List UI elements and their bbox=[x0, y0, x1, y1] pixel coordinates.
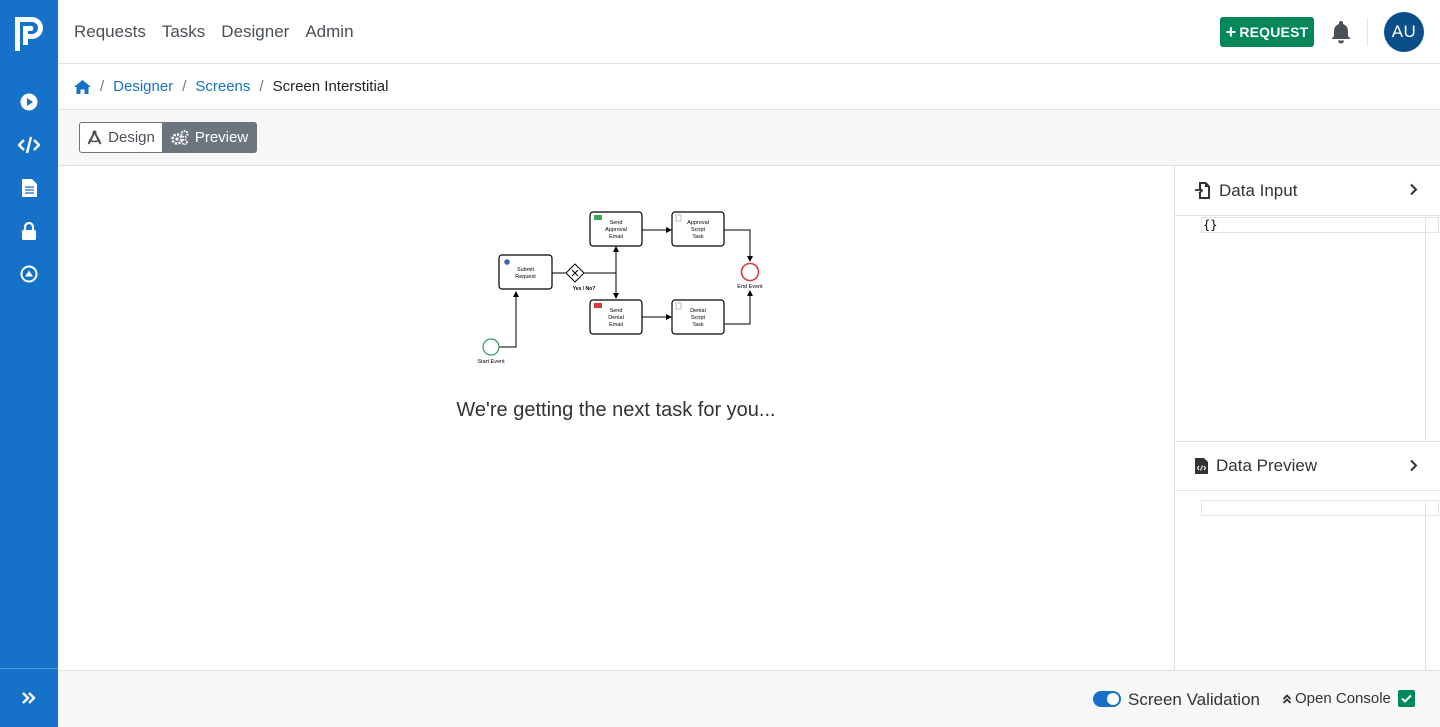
breadcrumb-separator: / bbox=[182, 78, 187, 95]
top-navbar: Requests Tasks Designer Admin + REQUEST … bbox=[58, 0, 1440, 64]
new-request-label: REQUEST bbox=[1239, 24, 1309, 40]
nav-link-designer[interactable]: Designer bbox=[221, 22, 289, 42]
svg-text:SendDenialEmail: Send Denial Email bbox=[608, 308, 624, 328]
footer-bar: Screen Validation Open Console bbox=[58, 670, 1440, 727]
data-input-scrollbar[interactable] bbox=[1425, 233, 1426, 441]
design-mode-label: Design bbox=[108, 129, 155, 146]
approval-script-task: Approval Script Task bbox=[671, 211, 725, 247]
svg-text:SubmitRequest: Submit Request bbox=[515, 267, 536, 280]
data-side-panel: Data Input {} Data Preview bbox=[1174, 166, 1440, 670]
breadcrumb-separator: / bbox=[100, 78, 105, 95]
preview-mode-button[interactable]: Preview bbox=[163, 122, 257, 153]
editor-gutter bbox=[1425, 218, 1426, 232]
mode-toggle-group: Design Preview bbox=[79, 122, 257, 153]
avatar[interactable]: AU bbox=[1384, 12, 1424, 52]
bell-icon[interactable] bbox=[1330, 20, 1352, 44]
editor-gutter bbox=[1425, 501, 1426, 515]
approval-script-line-1: Approval bbox=[687, 220, 709, 226]
send-approval-email-task: Send Approval Email bbox=[589, 211, 643, 247]
nav-link-tasks[interactable]: Tasks bbox=[162, 22, 205, 42]
breadcrumb: / Designer / Screens / Screen Interstiti… bbox=[58, 64, 1440, 110]
denial-email-line-1: Send bbox=[610, 308, 623, 314]
sidebar bbox=[0, 0, 58, 727]
approval-email-line-2: Approval bbox=[605, 227, 627, 233]
breadcrumb-screens[interactable]: Screens bbox=[195, 78, 250, 95]
new-request-button[interactable]: + REQUEST bbox=[1220, 17, 1314, 47]
denial-script-line-1: Denial bbox=[690, 308, 706, 314]
data-input-title: Data Input bbox=[1219, 180, 1298, 200]
end-event-label: End Event bbox=[737, 284, 763, 290]
file-icon[interactable] bbox=[17, 176, 41, 200]
denial-script-line-3: Task bbox=[692, 322, 704, 328]
code-icon[interactable] bbox=[17, 133, 41, 157]
data-preview-scrollbar[interactable] bbox=[1425, 516, 1426, 670]
cogs-icon bbox=[171, 130, 189, 145]
process-diagram: Start Event Submit Request Yes / No? Send… bbox=[477, 211, 763, 365]
denial-email-line-3: Email bbox=[609, 322, 623, 328]
denial-script-line-2: Script bbox=[691, 315, 706, 321]
file-import-icon bbox=[1195, 182, 1211, 199]
chevron-right-icon[interactable] bbox=[1409, 459, 1418, 472]
nav-link-admin[interactable]: Admin bbox=[305, 22, 353, 42]
submit-request-task: Submit Request bbox=[498, 254, 553, 290]
preview-mode-label: Preview bbox=[194, 129, 249, 146]
processmaker-logo-icon[interactable] bbox=[12, 15, 46, 53]
data-preview-editor[interactable] bbox=[1201, 500, 1439, 516]
home-icon[interactable] bbox=[74, 79, 91, 94]
approval-email-line-3: Email bbox=[609, 234, 623, 240]
submit-line-2: Request bbox=[515, 274, 536, 280]
upload-circle-icon[interactable] bbox=[17, 262, 41, 286]
data-preview-title: Data Preview bbox=[1216, 456, 1318, 475]
submit-line-1: Submit bbox=[517, 267, 535, 273]
approval-script-line-2: Script bbox=[691, 227, 706, 233]
preview-canvas: Start Event Submit Request Yes / No? Send… bbox=[58, 166, 1174, 670]
start-event-node: Start Event bbox=[477, 338, 505, 365]
console-status-check-icon bbox=[1397, 690, 1415, 707]
denial-script-task: Denial Script Task bbox=[671, 299, 725, 335]
double-chevron-right-icon bbox=[22, 692, 36, 704]
open-console-button[interactable]: Open Console bbox=[1282, 690, 1415, 707]
screen-validation-label: Screen Validation bbox=[1128, 690, 1260, 709]
nav-links: Requests Tasks Designer Admin bbox=[74, 0, 370, 64]
play-circle-icon[interactable] bbox=[17, 90, 41, 114]
nav-link-requests[interactable]: Requests bbox=[74, 22, 146, 42]
editor-toolbar: Design Preview bbox=[58, 110, 1440, 166]
screen-validation-toggle[interactable] bbox=[1093, 691, 1121, 707]
loading-message: We're getting the next task for you... bbox=[456, 399, 776, 421]
double-chevron-up-icon bbox=[1282, 693, 1292, 704]
breadcrumb-current: Screen Interstitial bbox=[272, 78, 389, 95]
navbar-divider bbox=[1367, 18, 1368, 46]
send-denial-email-task: Send Denial Email bbox=[589, 299, 643, 335]
open-console-label: Open Console bbox=[1295, 690, 1391, 707]
file-code-icon bbox=[1195, 458, 1208, 474]
approval-email-line-1: Send bbox=[610, 220, 623, 226]
drafting-compass-icon bbox=[87, 130, 102, 145]
data-input-editor[interactable]: {} bbox=[1201, 217, 1439, 233]
end-event-node: End Event bbox=[737, 262, 763, 290]
gateway-label: Yes / No? bbox=[573, 286, 596, 292]
chevron-right-icon[interactable] bbox=[1409, 183, 1418, 196]
svg-text:DenialScriptTask: Denial Script Task bbox=[690, 308, 706, 328]
start-event-label: Start Event bbox=[477, 359, 505, 365]
expand-sidebar-button[interactable] bbox=[0, 668, 58, 727]
breadcrumb-separator: / bbox=[259, 78, 264, 95]
approval-script-line-3: Task bbox=[692, 234, 704, 240]
data-input-value: {} bbox=[1203, 218, 1218, 232]
data-input-header[interactable]: Data Input bbox=[1175, 166, 1440, 216]
data-preview-header[interactable]: Data Preview bbox=[1175, 441, 1440, 491]
breadcrumb-designer[interactable]: Designer bbox=[113, 78, 173, 95]
lock-icon[interactable] bbox=[17, 219, 41, 243]
exclusive-gateway: Yes / No? bbox=[565, 263, 596, 292]
denial-email-line-2: Denial bbox=[608, 315, 624, 321]
plus-icon: + bbox=[1225, 22, 1237, 42]
design-mode-button[interactable]: Design bbox=[79, 122, 163, 153]
